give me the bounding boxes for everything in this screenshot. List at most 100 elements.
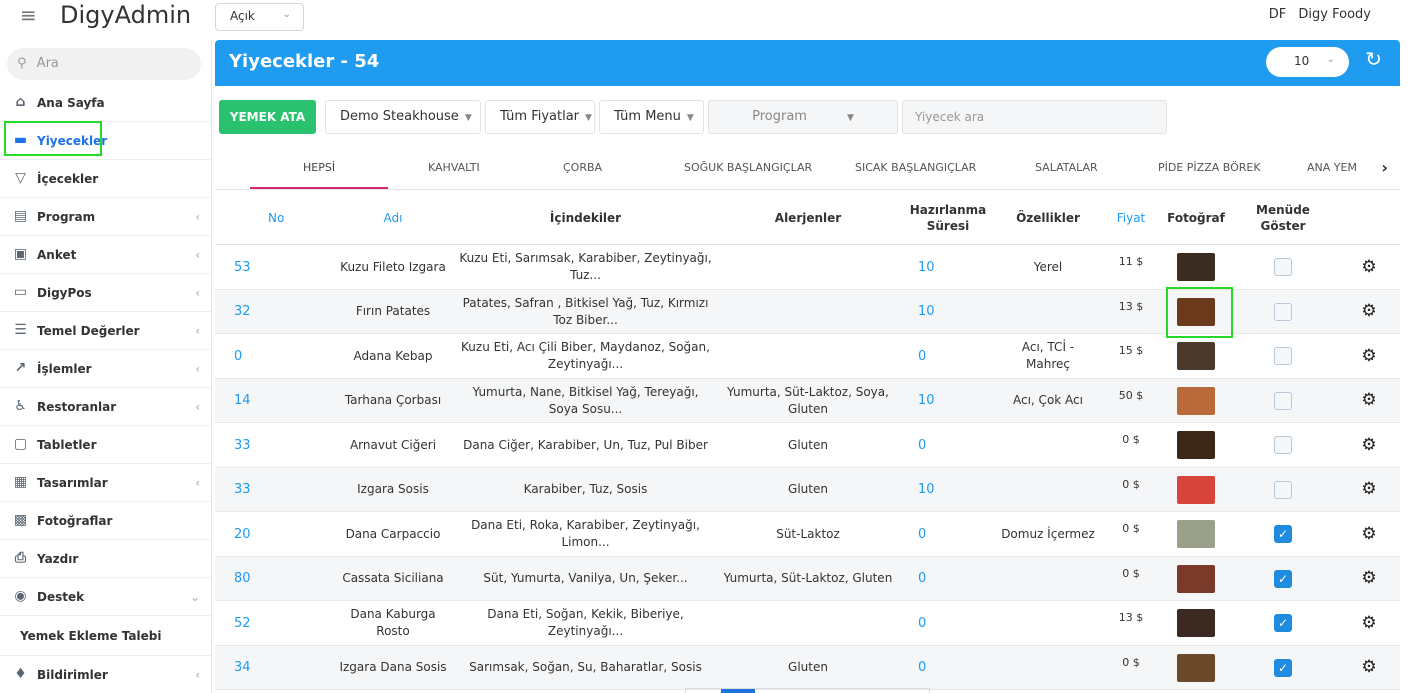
- sidebar-subitem-food-request[interactable]: Yemek Ekleme Talebi: [0, 616, 212, 656]
- pagination-current-page[interactable]: [721, 689, 755, 693]
- food-photo-thumbnail[interactable]: [1177, 564, 1215, 593]
- sidebar-item-12[interactable]: ⎙ Yazdır: [0, 540, 212, 578]
- row-prep-time[interactable]: 10: [898, 290, 998, 334]
- food-search-input[interactable]: Yiyecek ara: [902, 100, 1167, 134]
- row-prep-time[interactable]: 10: [898, 245, 998, 289]
- row-no[interactable]: 53: [215, 245, 333, 289]
- tab-2[interactable]: ÇORBA: [563, 161, 602, 174]
- table-row[interactable]: 33 Arnavut Ciğeri Dana Ciğer, Karabiber, U…: [215, 423, 1400, 468]
- row-photo-cell[interactable]: [1164, 423, 1228, 467]
- row-photo-cell[interactable]: [1164, 646, 1228, 690]
- show-in-menu-checkbox[interactable]: ✓: [1274, 614, 1292, 632]
- tab-0[interactable]: HEPSİ: [303, 161, 335, 174]
- show-in-menu-checkbox[interactable]: [1274, 302, 1292, 321]
- tab-1[interactable]: KAHVALTI: [428, 161, 480, 174]
- row-no[interactable]: 0: [215, 334, 333, 378]
- row-prep-time[interactable]: 0: [898, 334, 998, 378]
- table-row[interactable]: 0 Adana Kebap Kuzu Eti, Acı Çili Biber, Ma…: [215, 334, 1400, 379]
- sidebar-item-2[interactable]: ▽ İçecekler: [0, 160, 212, 198]
- gear-icon[interactable]: ⚙: [1361, 436, 1376, 454]
- row-no[interactable]: 20: [215, 512, 333, 556]
- sidebar-item-9[interactable]: ▢ Tabletler: [0, 426, 212, 464]
- food-photo-thumbnail[interactable]: [1177, 475, 1215, 504]
- food-photo-thumbnail[interactable]: [1177, 253, 1215, 281]
- sidebar-item-6[interactable]: ☰ Temel Değerler ‹: [0, 312, 212, 350]
- sidebar-item-7[interactable]: ↗ İşlemler ‹: [0, 350, 212, 388]
- row-no[interactable]: 14: [215, 379, 333, 423]
- sidebar-item-8[interactable]: ♿ Restoranlar ‹: [0, 388, 212, 426]
- row-prep-time[interactable]: 10: [898, 379, 998, 423]
- table-row[interactable]: 34 Izgara Dana Sosis Sarımsak, Soğan, Su, …: [215, 645, 1400, 690]
- food-photo-thumbnail[interactable]: [1177, 431, 1215, 459]
- table-row[interactable]: 80 Cassata Siciliana Süt, Yumurta, Vanilya…: [215, 556, 1400, 601]
- table-row[interactable]: 53 Kuzu Fileto Izgara Kuzu Eti, Sarımsak, …: [215, 245, 1400, 290]
- row-photo-cell[interactable]: [1164, 245, 1228, 289]
- row-prep-time[interactable]: 0: [898, 423, 998, 467]
- gear-icon[interactable]: ⚙: [1361, 570, 1376, 587]
- sidebar-item-4[interactable]: ▣ Anket ‹: [0, 236, 212, 274]
- hamburger-menu-icon[interactable]: ≡: [20, 5, 40, 26]
- show-in-menu-checkbox[interactable]: [1274, 258, 1292, 276]
- gear-icon[interactable]: ⚙: [1361, 303, 1376, 320]
- tab-5[interactable]: SALATALAR: [1035, 161, 1098, 174]
- column-no[interactable]: No: [215, 190, 333, 245]
- table-row[interactable]: 33 Izgara Sosis Karabiber, Tuz, Sosis Glute…: [215, 467, 1400, 512]
- price-select[interactable]: Tüm Fiyatlar ▼: [485, 100, 595, 134]
- row-prep-time[interactable]: 10: [898, 468, 998, 512]
- column-price[interactable]: Fiyat: [1098, 190, 1164, 245]
- tab-4[interactable]: SICAK BAŞLANGIÇLAR: [855, 161, 976, 174]
- sidebar-item-0[interactable]: ⌂ Ana Sayfa: [0, 84, 212, 122]
- show-in-menu-checkbox[interactable]: [1274, 347, 1292, 365]
- tab-6[interactable]: PİDE PİZZA BÖREK: [1158, 161, 1261, 174]
- sidebar-item-11[interactable]: ▩ Fotoğraflar: [0, 502, 212, 540]
- sidebar-item-notifications[interactable]: ♦ Bildirimler ‹: [0, 656, 212, 693]
- table-row[interactable]: 52 Dana Kaburga Rosto Dana Eti, Soğan, Kek…: [215, 601, 1400, 646]
- row-prep-time[interactable]: 0: [898, 601, 998, 645]
- row-photo-cell[interactable]: [1164, 557, 1228, 601]
- gear-icon[interactable]: ⚙: [1361, 347, 1376, 365]
- row-photo-cell[interactable]: [1164, 379, 1228, 423]
- row-prep-time[interactable]: 0: [898, 512, 998, 556]
- food-photo-thumbnail[interactable]: [1177, 609, 1215, 637]
- gear-icon[interactable]: ⚙: [1361, 258, 1376, 276]
- tab-3[interactable]: SOĞUK BAŞLANGIÇLAR: [684, 161, 812, 174]
- assign-food-button[interactable]: YEMEK ATA: [219, 100, 316, 134]
- pagination[interactable]: [685, 688, 930, 693]
- row-prep-time[interactable]: 0: [898, 557, 998, 601]
- food-photo-thumbnail[interactable]: [1177, 342, 1215, 370]
- food-photo-thumbnail[interactable]: [1177, 653, 1215, 682]
- table-row[interactable]: 14 Tarhana Çorbası Yumurta, Nane, Bitkisel…: [215, 378, 1400, 423]
- user-menu[interactable]: DF Digy Foody: [1269, 7, 1371, 22]
- tab-7[interactable]: ANA YEM: [1307, 161, 1357, 174]
- column-name[interactable]: Adı: [333, 190, 453, 245]
- gear-icon[interactable]: ⚙: [1361, 525, 1376, 543]
- page-size-select[interactable]: 10 ⌄: [1266, 47, 1349, 77]
- chevron-right-icon[interactable]: ›: [1381, 158, 1388, 177]
- menu-select[interactable]: Tüm Menu ▼: [599, 100, 704, 134]
- row-photo-cell[interactable]: [1164, 512, 1228, 556]
- sidebar-item-10[interactable]: ▦ Tasarımlar ‹: [0, 464, 212, 502]
- show-in-menu-checkbox[interactable]: ✓: [1274, 569, 1292, 588]
- mode-select[interactable]: Açık ⌄: [215, 3, 304, 31]
- row-no[interactable]: 33: [215, 423, 333, 467]
- sidebar-item-5[interactable]: ▭ DigyPos ‹: [0, 274, 212, 312]
- table-row[interactable]: 20 Dana Carpaccio Dana Eti, Roka, Karabibe…: [215, 512, 1400, 557]
- row-photo-cell[interactable]: [1164, 468, 1228, 512]
- row-no[interactable]: 34: [215, 646, 333, 690]
- row-no[interactable]: 32: [215, 290, 333, 334]
- sidebar-search-input[interactable]: ⚲ Ara: [7, 48, 201, 80]
- gear-icon[interactable]: ⚙: [1361, 392, 1376, 409]
- show-in-menu-checkbox[interactable]: ✓: [1274, 658, 1292, 677]
- program-select[interactable]: Program ▼: [708, 100, 898, 134]
- gear-icon[interactable]: ⚙: [1361, 481, 1376, 498]
- refresh-icon[interactable]: ↻: [1365, 49, 1382, 69]
- food-photo-thumbnail[interactable]: [1177, 386, 1215, 415]
- show-in-menu-checkbox[interactable]: [1274, 391, 1292, 410]
- row-no[interactable]: 33: [215, 468, 333, 512]
- row-no[interactable]: 80: [215, 557, 333, 601]
- show-in-menu-checkbox[interactable]: [1274, 436, 1292, 454]
- food-photo-thumbnail[interactable]: [1177, 520, 1215, 548]
- sidebar-item-3[interactable]: ▤ Program ‹: [0, 198, 212, 236]
- gear-icon[interactable]: ⚙: [1361, 614, 1376, 632]
- sidebar-item-13[interactable]: ◉ Destek ⌄: [0, 578, 212, 616]
